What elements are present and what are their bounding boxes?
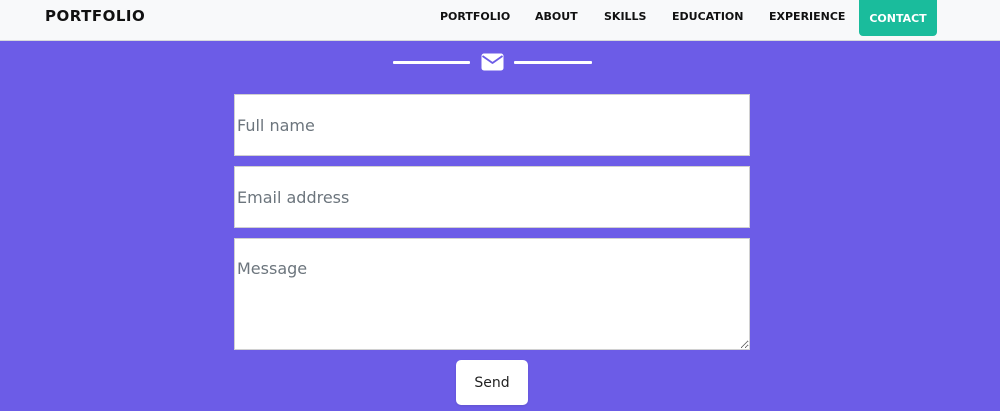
- send-button[interactable]: Send: [456, 360, 528, 405]
- email-input[interactable]: [234, 166, 750, 228]
- nav-link-contact[interactable]: CONTACT: [859, 0, 937, 36]
- nav-link-portfolio[interactable]: PORTFOLIO: [440, 10, 510, 23]
- nav-link-education[interactable]: EDUCATION: [672, 10, 743, 23]
- envelope-icon: [481, 53, 504, 71]
- divider-line-left: [393, 61, 470, 64]
- nav-link-experience[interactable]: EXPERIENCE: [769, 10, 845, 23]
- message-textarea[interactable]: [234, 238, 750, 350]
- nav-link-about[interactable]: ABOUT: [535, 10, 578, 23]
- nav-link-skills[interactable]: SKILLS: [604, 10, 646, 23]
- full-name-input[interactable]: [234, 94, 750, 156]
- nav-links: PORTFOLIO ABOUT SKILLS EDUCATION EXPERIE…: [0, 0, 1000, 41]
- divider-line-right: [514, 61, 592, 64]
- navbar: PORTFOLIO PORTFOLIO ABOUT SKILLS EDUCATI…: [0, 0, 1000, 41]
